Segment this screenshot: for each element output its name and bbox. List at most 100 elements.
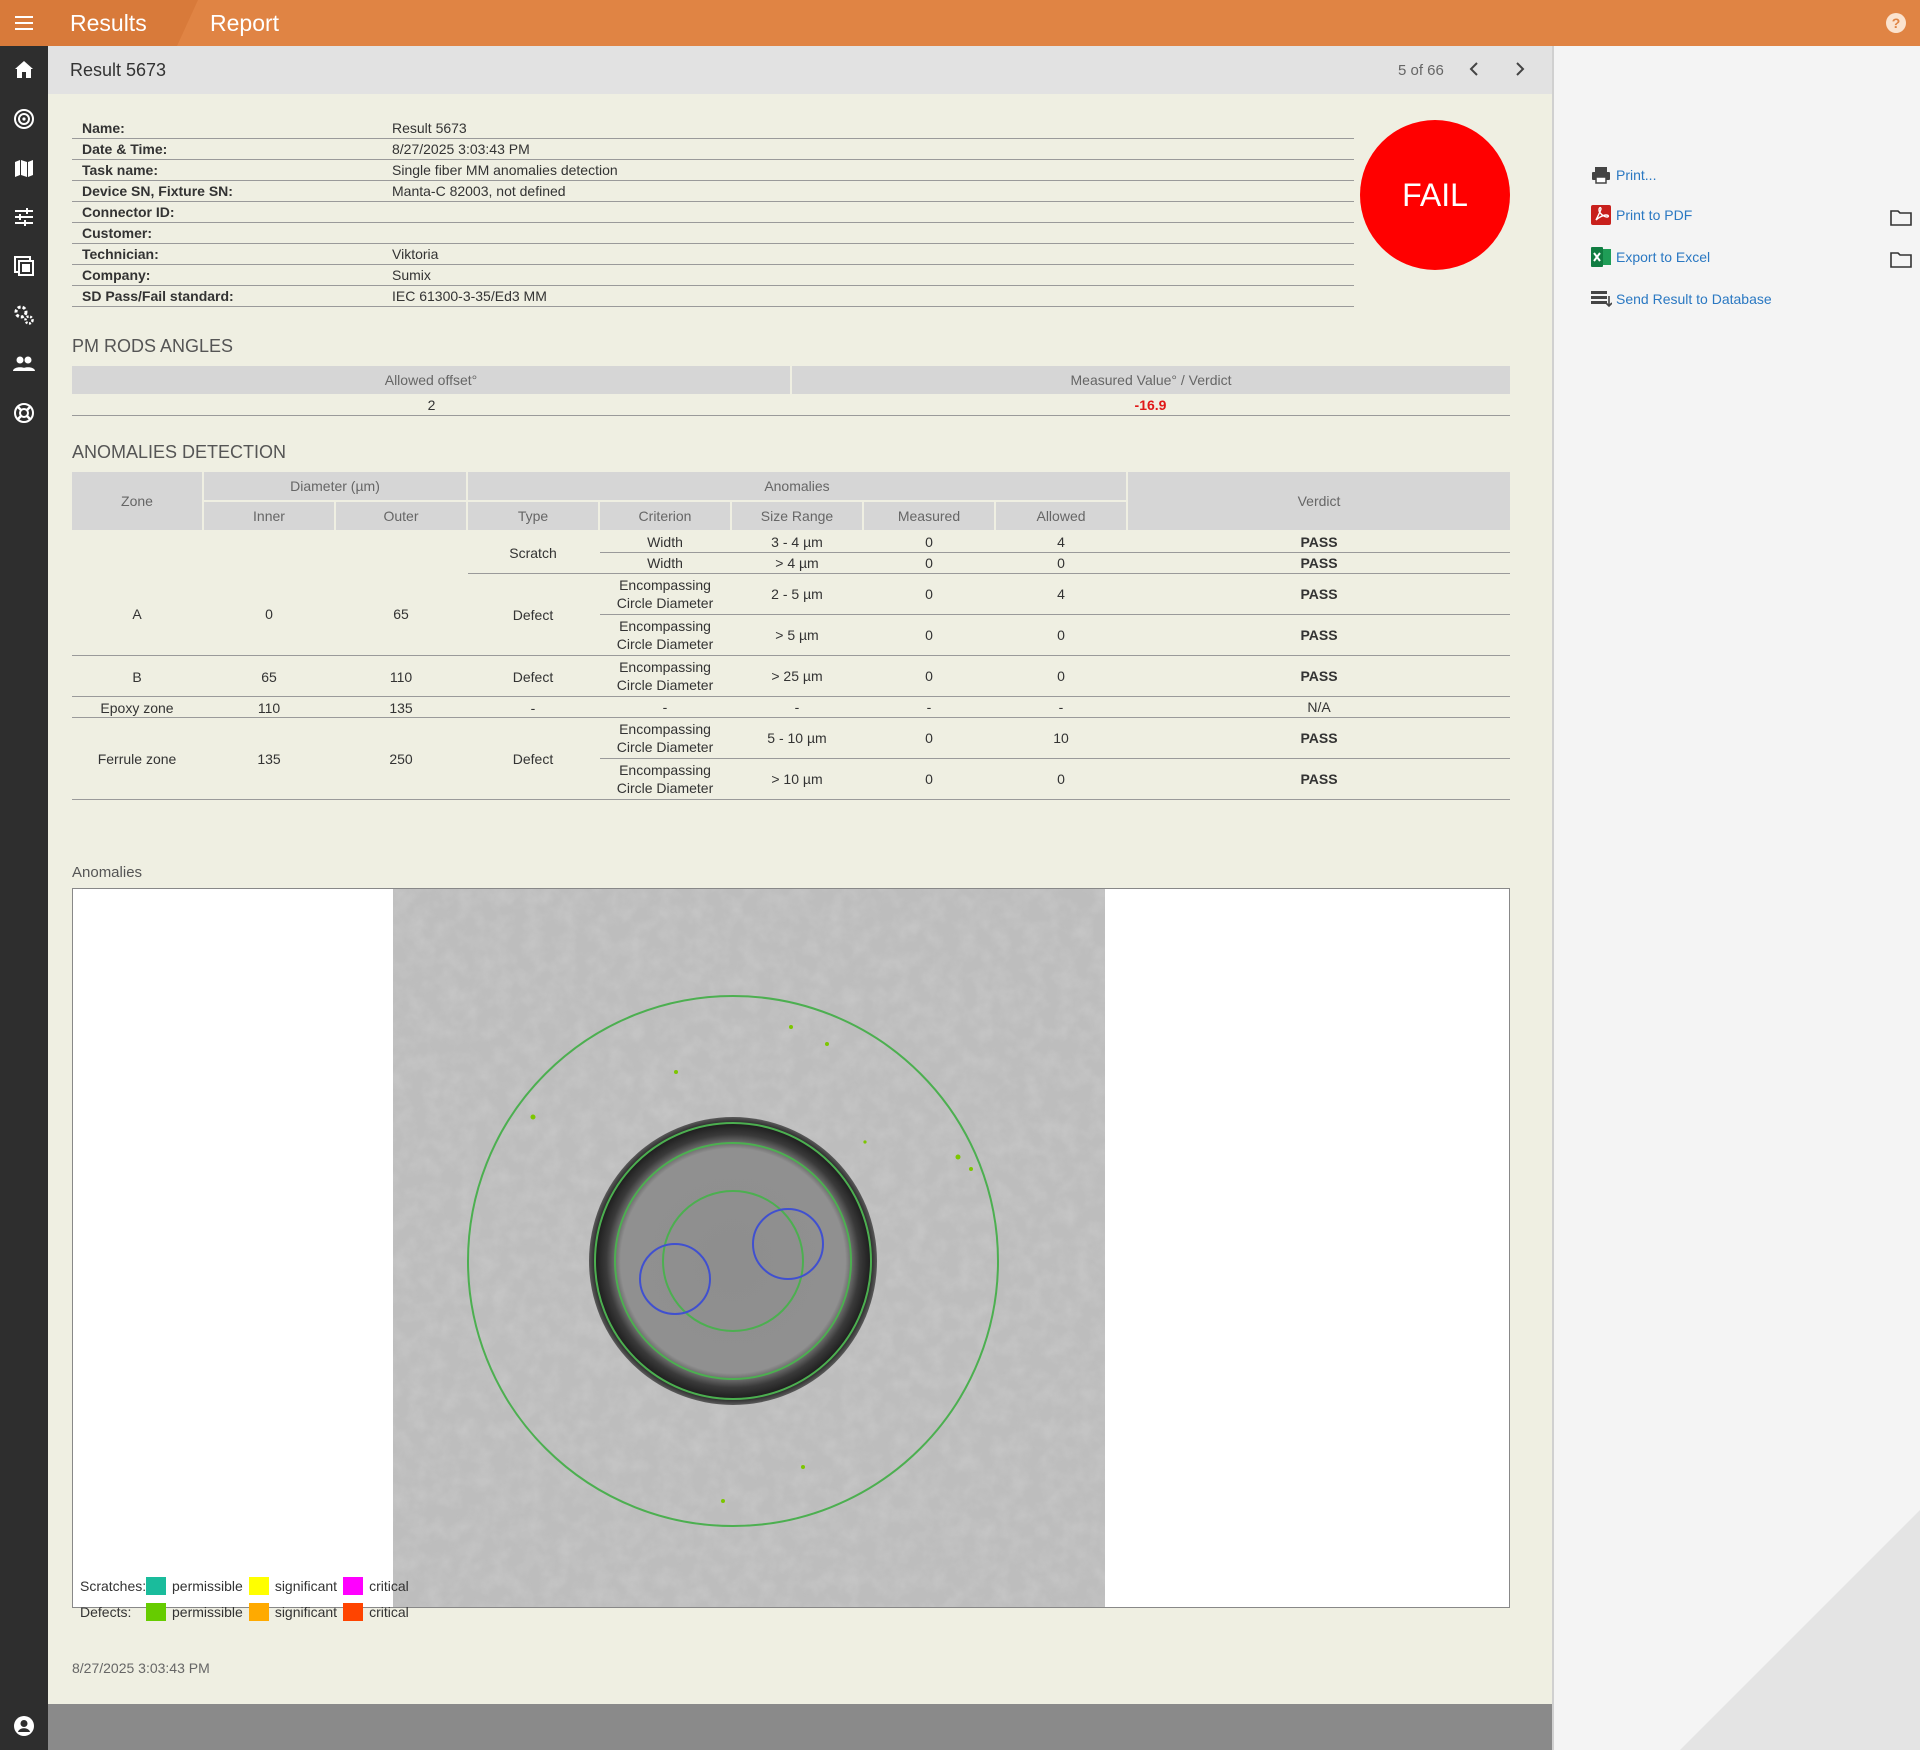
user-icon[interactable] [12,1714,36,1738]
header-inner: Inner [204,502,334,530]
info-row: Date & Time: 8/27/2025 3:03:43 PM [72,139,1354,160]
legend-item: critical [369,1578,409,1594]
chevron-right-icon[interactable] [1508,58,1530,80]
header-criterion: Criterion [600,502,730,530]
row-divider [72,717,1510,718]
panel-decoration [1680,1510,1920,1750]
settings-icon[interactable] [12,303,36,327]
measured-cell: 0 [925,534,933,550]
info-key: Technician: [82,246,159,262]
legend-item: permissible [172,1604,243,1620]
anomalies-image-label: Anomalies [72,864,143,881]
pm-header-measured: Measured Value° / Verdict [792,366,1510,394]
verdict-cell: PASS [1300,555,1338,571]
info-row: Device SN, Fixture SN: Manta-C 82003, not… [72,181,1354,202]
row-divider [72,696,1510,697]
breadcrumb-report: Report [210,10,280,36]
report-timestamp: 8/27/2025 3:03:43 PM [72,1660,210,1676]
legend-item: permissible [172,1578,243,1594]
verdict-cell: PASS [1300,627,1338,643]
support-icon[interactable] [12,401,36,425]
measured-cell: 0 [925,586,933,602]
info-key: Connector ID: [82,204,175,220]
measured-cell: 0 [925,771,933,787]
swatch-scratch-critical [343,1577,364,1595]
users-icon[interactable] [12,352,36,376]
gallery-icon[interactable] [12,254,36,278]
print-to-pdf-label: Print to PDF [1616,207,1693,223]
result-header: Result 5673 5 of 66 [48,46,1552,94]
info-key: SD Pass/Fail standard: [82,288,234,304]
map-icon[interactable] [12,156,36,180]
target-icon[interactable] [12,107,36,131]
outer-cell: 250 [389,751,413,767]
pm-header-allowed: Allowed offset° [72,366,790,394]
header-diameter: Diameter (µm) [204,472,466,500]
swatch-defect-significant [248,1603,269,1621]
info-value: Result 5673 [392,120,467,136]
send-to-database-button[interactable]: Send Result to Database [1590,288,1772,310]
header-outer: Outer [336,502,466,530]
criterion-cell: Encompassing Circle Diameter [616,762,714,796]
export-to-excel-button[interactable]: Export to Excel [1590,246,1710,268]
size-range-cell: 3 - 4 µm [771,534,823,550]
legend-item: significant [274,1578,338,1594]
row-divider [72,655,1510,656]
home-icon[interactable] [12,58,36,82]
info-row: Name: Result 5673 [72,118,1354,139]
criterion-cell: Encompassing Circle Diameter [616,659,714,693]
pm-measured-value: -16.9 [1134,397,1167,413]
criterion-cell: Width [647,534,683,550]
folder-icon[interactable] [1890,208,1912,226]
type-cell: Defect [512,607,554,623]
allowed-cell: 0 [1057,668,1065,684]
allowed-cell: 4 [1057,534,1065,550]
verdict-cell: PASS [1300,730,1338,746]
breadcrumb-results[interactable]: Results [48,0,198,46]
database-icon [1591,291,1612,308]
info-value: Single fiber MM anomalies detection [392,162,618,178]
info-row: Company: Sumix [72,265,1354,286]
row-divider [600,614,1510,615]
pm-rods-table: Allowed offset° Measured Value° / Verdic… [72,366,1510,416]
folder-icon[interactable] [1890,250,1912,268]
print-to-pdf-button[interactable]: Print to PDF [1590,204,1692,226]
type-cell: Scratch [509,544,557,561]
menu-icon[interactable] [0,0,48,46]
measured-cell: - [926,699,932,715]
swatch-scratch-permissible [146,1577,166,1595]
criterion-cell: Width [647,555,683,571]
size-range-cell: 5 - 10 µm [767,730,827,746]
outer-cell: 110 [389,668,413,685]
print-button[interactable]: Print... [1590,164,1656,186]
info-row: Customer: [72,223,1354,244]
info-key: Company: [82,267,151,283]
allowed-cell: 0 [1057,555,1065,571]
info-key: Device SN, Fixture SN: [82,183,233,199]
allowed-cell: 10 [1053,730,1069,746]
measured-cell: 0 [925,555,933,571]
left-nav [0,46,48,1750]
header-size-range: Size Range [732,502,862,530]
result-info-table: Name: Result 5673 Date & Time: 8/27/2025 3:… [72,118,1354,307]
pager-count: 5 of 66 [1398,62,1444,79]
chevron-left-icon[interactable] [1464,58,1486,80]
size-range-cell: > 10 µm [771,771,823,787]
actions-panel: Print... Print to PDF Export to Excel Se… [1552,46,1920,1750]
row-divider [72,799,1510,800]
verdict-cell: PASS [1300,771,1338,787]
legend-item: critical [369,1604,409,1620]
printer-icon [1592,167,1610,184]
zone-cell: Epoxy zone [100,699,174,716]
print-label: Print... [1616,167,1657,183]
verdict-cell: PASS [1300,534,1338,550]
sliders-icon[interactable] [12,205,36,229]
report-panel: Result 5673 5 of 66 Name: Result 5673 Date… [48,46,1552,1704]
header-anomalies: Anomalies [468,472,1126,500]
pm-rods-title: PM RODS ANGLES [72,336,234,356]
help-icon[interactable]: ? [1886,13,1906,33]
zone-cell: Ferrule zone [97,751,177,767]
size-range-cell: > 5 µm [775,627,819,643]
info-value: IEC 61300-3-35/Ed3 MM [392,288,547,304]
swatch-defect-permissible [146,1603,166,1621]
